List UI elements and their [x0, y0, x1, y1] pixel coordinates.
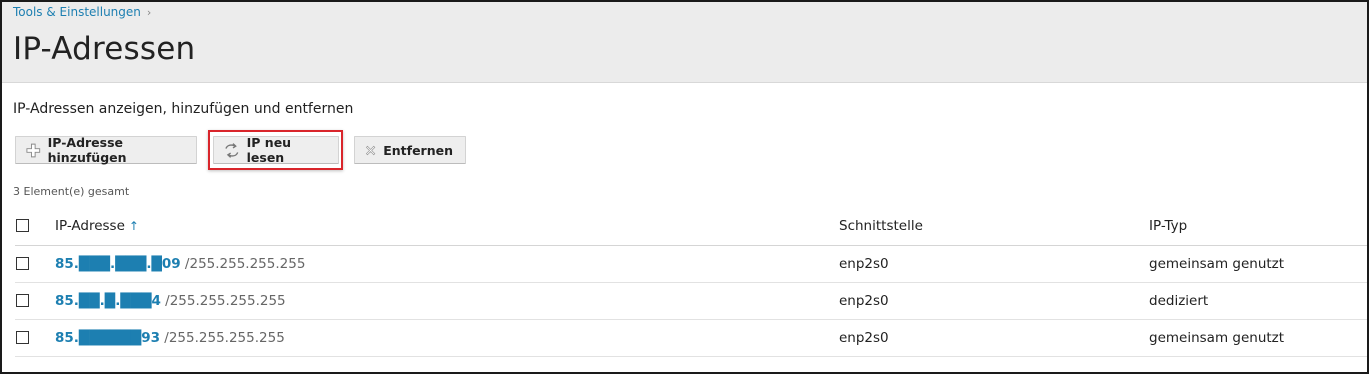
ip-link[interactable]: 85.██████93 — [55, 330, 160, 346]
subnet-mask: /255.255.255.255 — [160, 292, 286, 309]
breadcrumb[interactable]: Tools & Einstellungen › — [13, 5, 151, 19]
interface-cell: enp2s0 — [839, 245, 1149, 283]
row-checkbox[interactable] — [16, 331, 29, 344]
table-row: 85.███.███.█09 /255.255.255.255 enp2s0 g… — [15, 245, 1367, 283]
table-row: 85.██████93 /255.255.255.255 enp2s0 geme… — [15, 319, 1367, 357]
type-cell: gemeinsam genutzt — [1149, 319, 1367, 357]
table-header-row: IP-Adresse ↑ Schnittstelle IP-Typ — [15, 207, 1367, 246]
ip-cell: 85.███.███.█09 /255.255.255.255 — [55, 245, 839, 283]
select-all-checkbox[interactable] — [16, 219, 29, 233]
row-checkbox[interactable] — [16, 257, 29, 270]
row-checkbox-cell — [15, 282, 55, 320]
add-ip-button-label: IP-Adresse hinzufügen — [47, 135, 127, 165]
ip-cell: 85.██████93 /255.255.255.255 — [55, 319, 839, 357]
ip-table: IP-Adresse ↑ Schnittstelle IP-Typ 85.███.… — [15, 207, 1367, 357]
add-ip-button[interactable]: IP-Adresse hinzufügen — [15, 135, 197, 165]
interface-cell: enp2s0 — [839, 282, 1149, 320]
reread-ip-button[interactable]: IP neu lesen — [213, 135, 339, 165]
ip-link[interactable]: 85.███.███.█09 — [55, 256, 181, 272]
subnet-mask: /255.255.255.255 — [160, 329, 285, 346]
window-frame: Tools & Einstellungen › IP-Adressen IP-A… — [0, 0, 1369, 374]
column-header-ip[interactable]: IP-Adresse ↑ — [55, 207, 839, 246]
total-count: 3 Element(e) gesamt — [13, 185, 130, 198]
sort-ascending-icon: ↑ — [128, 218, 139, 233]
row-checkbox-cell — [15, 245, 55, 283]
row-checkbox-cell — [15, 319, 55, 357]
breadcrumb-link-tools[interactable]: Tools & Einstellungen — [13, 5, 141, 19]
reread-ip-button-label: IP neu lesen — [246, 135, 292, 165]
column-header-ip-label: IP-Adresse — [55, 217, 125, 234]
remove-x-icon — [365, 145, 376, 155]
chevron-right-icon: › — [146, 5, 152, 19]
page-description: IP-Adressen anzeigen, hinzufügen und ent… — [13, 101, 354, 117]
row-checkbox[interactable] — [16, 294, 29, 307]
page-title: IP-Adressen — [13, 31, 196, 67]
select-all-cell — [15, 207, 55, 246]
interface-cell: enp2s0 — [839, 319, 1149, 357]
table-row: 85.██.█.███4 /255.255.255.255 enp2s0 ded… — [15, 282, 1367, 320]
type-cell: dediziert — [1149, 282, 1367, 320]
column-header-type: IP-Typ — [1149, 207, 1367, 246]
plus-icon — [26, 143, 41, 157]
ip-cell: 85.██.█.███4 /255.255.255.255 — [55, 282, 839, 320]
refresh-icon — [225, 142, 239, 158]
remove-button[interactable]: Entfernen — [354, 136, 466, 164]
column-header-interface: Schnittstelle — [839, 207, 1149, 246]
page-header: Tools & Einstellungen › IP-Adressen — [2, 2, 1367, 83]
subnet-mask: /255.255.255.255 — [180, 255, 306, 272]
type-cell: gemeinsam genutzt — [1149, 245, 1367, 283]
remove-button-label: Entfernen — [383, 142, 453, 158]
ip-link[interactable]: 85.██.█.███4 — [55, 293, 161, 309]
